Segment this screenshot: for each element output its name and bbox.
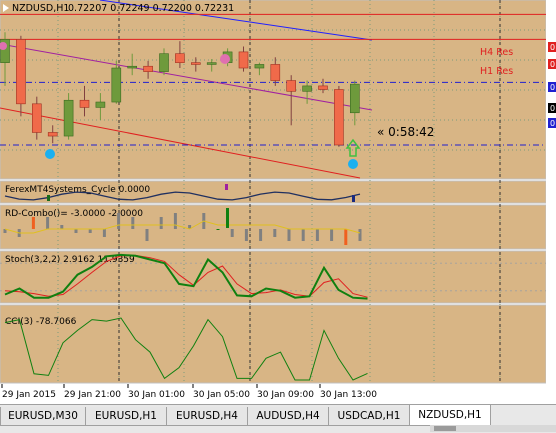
price-label: 0 xyxy=(550,104,555,113)
price-label: 0 xyxy=(550,119,555,128)
h1-res-label: H1 Res xyxy=(480,66,513,77)
candle-bear xyxy=(334,89,344,146)
rd-bar xyxy=(131,217,135,229)
tab-eurusd-h4[interactable]: EURUSD,H4 xyxy=(166,407,248,426)
rd-bar xyxy=(31,217,35,229)
tab-nzdusd-h1[interactable]: NZDUSD,H1 xyxy=(409,405,491,426)
price-label: 0 xyxy=(550,60,555,69)
candle-bull xyxy=(254,64,265,69)
signal-dot-cyan xyxy=(45,149,55,159)
rd-bar xyxy=(259,229,263,241)
time-axis-label: 29 Jan 2015 xyxy=(2,390,56,400)
rd-bar xyxy=(358,229,362,241)
h4-res-label: H4 Res xyxy=(480,47,513,58)
rd-bar xyxy=(60,225,64,229)
rd-bar xyxy=(46,217,50,229)
signal-dot-pink xyxy=(220,54,230,64)
candle-bear xyxy=(16,39,26,105)
rd-bar xyxy=(244,229,248,241)
candle-bull xyxy=(111,67,122,103)
candle-bear xyxy=(270,64,281,81)
rd-bar xyxy=(330,229,334,241)
candle-bull xyxy=(127,65,137,69)
candle-bull xyxy=(302,85,312,92)
ohlc-values: 0.72207 0.72249 0.72200 0.72231 xyxy=(68,3,234,14)
rd-bar xyxy=(301,229,305,241)
candle-bull xyxy=(349,83,360,114)
time-axis-label: 30 Jan 01:00 xyxy=(128,390,185,400)
tab-eurusd-h1[interactable]: EURUSD,H1 xyxy=(85,407,167,426)
candle-bear xyxy=(31,103,42,133)
rd-combo-label: RD-Combo()= -3.0000 -2.0000 xyxy=(5,209,143,219)
candle-bear xyxy=(238,51,249,69)
candle-bull xyxy=(206,62,217,65)
tab-usdcad-h1[interactable]: USDCAD,H1 xyxy=(328,407,410,426)
candle-bear xyxy=(47,132,58,137)
rd-bar xyxy=(159,217,163,229)
time-axis-label: 30 Jan 09:00 xyxy=(257,390,314,400)
time-axis-label: 30 Jan 13:00 xyxy=(320,390,377,400)
rd-bar xyxy=(344,229,348,245)
cycle-peak-marker xyxy=(225,184,228,190)
cycle-trough-marker xyxy=(47,195,50,201)
trading-chart[interactable]: NZDUSD,H1 0.72207 0.72249 0.72200 0.7223… xyxy=(0,0,556,404)
price-label: 0 xyxy=(550,43,555,52)
candle-bull xyxy=(63,99,74,137)
rd-bar xyxy=(216,229,220,230)
rd-bar xyxy=(315,229,319,241)
candle-bull xyxy=(159,53,169,72)
signal-dot-cyan xyxy=(348,159,358,169)
rd-bar xyxy=(145,229,149,241)
rd-bar xyxy=(230,229,234,237)
candle-bear xyxy=(175,53,185,63)
rd-bar xyxy=(88,229,92,233)
rd-bar xyxy=(102,229,106,237)
tab-scroll-thumb[interactable] xyxy=(434,426,456,431)
rd-bar xyxy=(273,229,277,237)
candle-bull xyxy=(95,101,106,108)
tab-eurusd-m30[interactable]: EURUSD,M30 xyxy=(0,407,86,426)
candle-bear xyxy=(286,80,297,92)
candle-bear xyxy=(318,85,328,90)
cycle-indicator-label: FerexMT4Systems_Cycle 0.0000 xyxy=(5,185,150,195)
rd-bar xyxy=(74,229,78,233)
cci-panel[interactable] xyxy=(0,304,547,384)
rd-bar xyxy=(226,208,229,228)
bar-countdown: « 0:58:42 xyxy=(377,125,434,139)
rd-bar xyxy=(117,213,121,229)
symbol-timeframe: NZDUSD,H1 xyxy=(12,3,69,14)
time-axis-label: 30 Jan 05:00 xyxy=(193,390,250,400)
candle-bear xyxy=(79,99,90,108)
cycle-trough-marker xyxy=(352,195,355,202)
cci-label: CCI(3) -78.7066 xyxy=(5,317,77,327)
candle-bear xyxy=(191,62,201,65)
price-label: 0 xyxy=(550,83,555,92)
candle-bear xyxy=(143,65,153,72)
tab-audusd-h4[interactable]: AUDUSD,H4 xyxy=(247,407,329,426)
rd-bar xyxy=(173,213,177,229)
time-axis-label: 29 Jan 21:00 xyxy=(64,390,121,400)
rd-bar xyxy=(287,229,291,241)
